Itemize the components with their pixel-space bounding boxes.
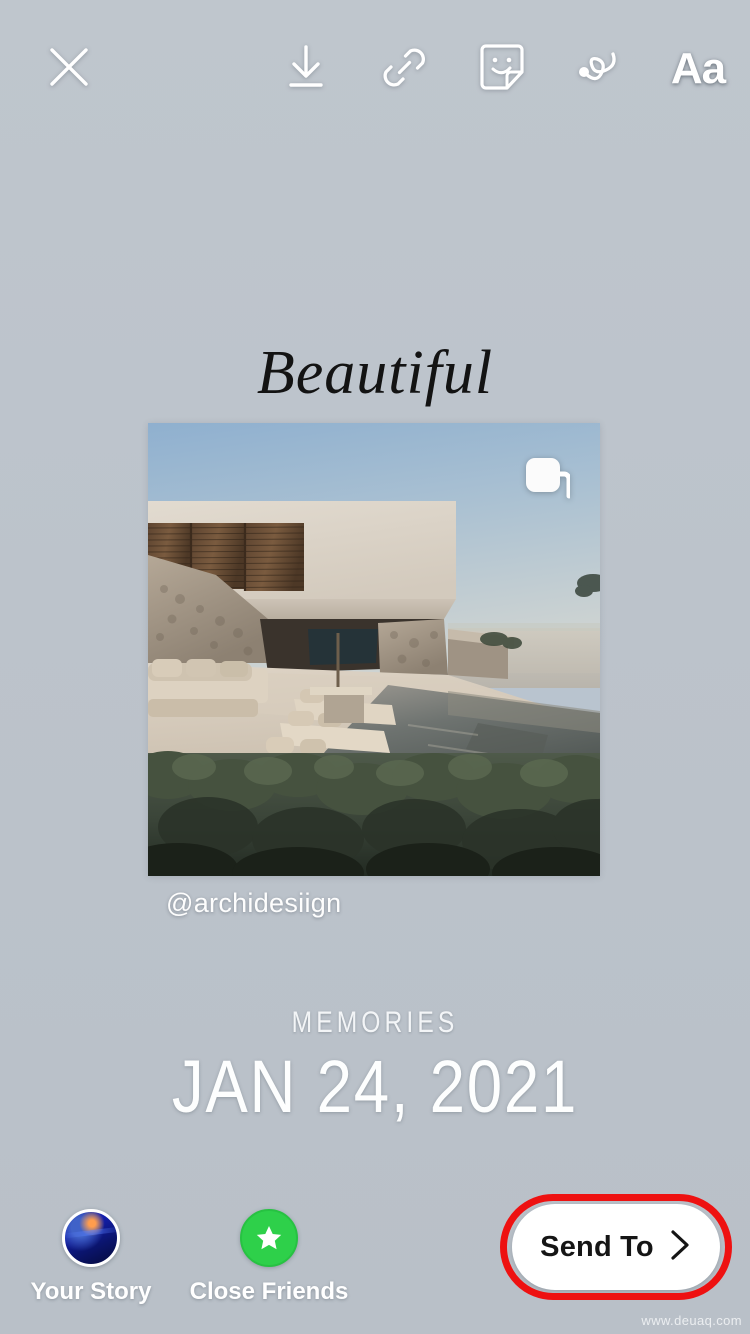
- star-icon: [256, 1226, 282, 1250]
- send-to-area: Send To: [500, 1194, 732, 1300]
- close-x-icon: [46, 44, 92, 95]
- story-photo[interactable]: [148, 423, 600, 876]
- draw-button[interactable]: [570, 38, 630, 100]
- send-to-button[interactable]: Send To: [512, 1204, 720, 1290]
- story-canvas: Beautiful @archidesiign MEMORIES JAN 24,…: [0, 0, 750, 1334]
- top-toolbar: Aa: [0, 0, 750, 138]
- story-title: Beautiful: [256, 339, 494, 407]
- avatar: [62, 1209, 120, 1267]
- your-story-label: Your Story: [30, 1278, 152, 1305]
- link-chain-icon: [380, 43, 428, 96]
- sticker-smiley-icon: [478, 42, 526, 97]
- download-icon: [283, 43, 329, 96]
- site-watermark: www.deuaq.com: [641, 1313, 742, 1328]
- your-story-option[interactable]: Your Story: [22, 1209, 160, 1306]
- download-button[interactable]: [276, 38, 336, 100]
- memories-date: JAN 24, 2021: [171, 1045, 579, 1128]
- multiple-photos-icon: [524, 456, 572, 502]
- memories-label: MEMORIES: [291, 1006, 459, 1039]
- close-friends-option[interactable]: Close Friends: [190, 1209, 348, 1306]
- text-aa-icon: Aa: [670, 44, 726, 93]
- link-button[interactable]: [374, 38, 434, 100]
- audience-options: Your Story Close Friends: [22, 1209, 348, 1306]
- text-button[interactable]: Aa: [668, 38, 728, 100]
- sticker-button[interactable]: [472, 38, 532, 100]
- toolbar-actions: Aa: [276, 38, 728, 100]
- photo-credit-handle: @archidesiign: [166, 888, 342, 918]
- close-friends-label: Close Friends: [189, 1278, 349, 1305]
- close-button[interactable]: [40, 40, 98, 98]
- draw-squiggle-icon: [575, 42, 625, 97]
- villa-photo-graphic: [148, 423, 600, 876]
- send-to-label: Send To: [540, 1230, 654, 1263]
- bottom-bar: Your Story Close Friends Send To: [0, 1174, 750, 1334]
- green-star-badge: [240, 1209, 298, 1267]
- chevron-right-icon: [668, 1229, 692, 1266]
